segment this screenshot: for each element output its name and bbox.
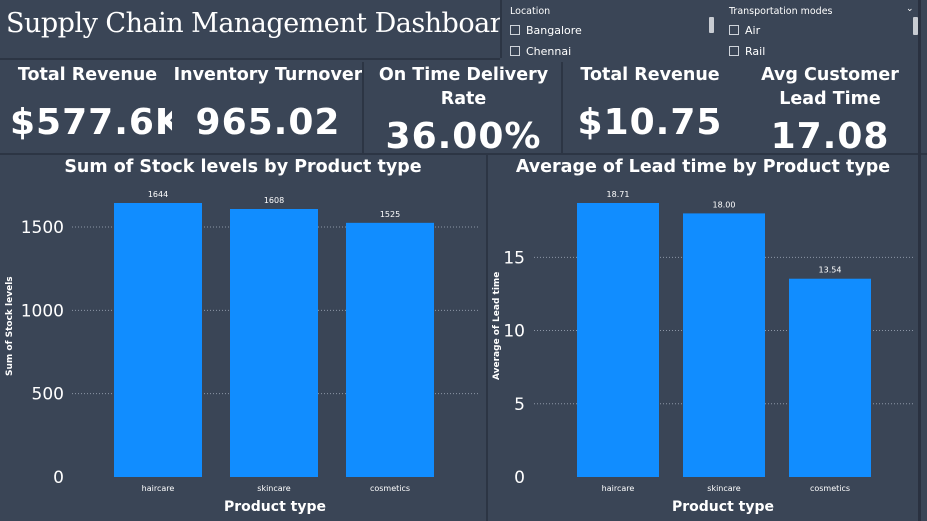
divider [0, 58, 500, 60]
bar [230, 209, 318, 477]
x-tick-label: cosmetics [370, 484, 410, 493]
location-slicer-title: Location [510, 6, 551, 17]
divider [500, 0, 502, 58]
kpi-label-line1: On Time Delivery [378, 65, 549, 85]
checkbox-icon[interactable] [729, 25, 739, 35]
kpi-value: $577.6K [10, 102, 184, 143]
checkbox-icon[interactable] [510, 46, 520, 56]
kpi-on-time-delivery: On Time Delivery Rate 36.00% [366, 60, 561, 157]
stock-levels-plot: 0 500 1000 1500 1644 haircare 1608 skincare 1525… [21, 190, 480, 493]
stock-levels-chart[interactable]: Sum of Stock levels by Product type 0 500… [0, 155, 486, 521]
data-label: 1525 [380, 210, 400, 219]
dashboard-title: Supply Chain Management Dashboard [6, 8, 519, 39]
x-axis-title: Product type [672, 499, 774, 515]
bar [789, 278, 871, 477]
data-label: 18.00 [713, 200, 736, 209]
y-tick-label: 0 [53, 468, 64, 488]
checkbox-icon[interactable] [510, 25, 520, 35]
kpi-total-revenue: Total Revenue $577.6K [10, 60, 184, 154]
data-label: 1608 [264, 196, 284, 205]
lead-time-chart[interactable]: Average of Lead time by Product type 051… [488, 155, 918, 521]
divider [362, 62, 364, 154]
kpi-value: 965.02 [195, 102, 341, 143]
dashboard-canvas: Supply Chain Management Dashboard Locati… [0, 0, 927, 521]
kpi-value: 17.08 [770, 116, 890, 157]
kpi-label: Total Revenue [17, 65, 158, 85]
data-label: 13.54 [819, 266, 842, 275]
transport-option-rail[interactable]: Rail [729, 44, 765, 58]
x-tick-label: haircare [142, 484, 175, 493]
y-tick-label: 0 [514, 468, 525, 488]
chevron-down-icon[interactable]: ⌄ [906, 4, 914, 14]
y-tick-label: 1500 [21, 218, 64, 238]
location-option-label: Bangalore [526, 23, 582, 37]
kpi-label: Inventory Turnover [173, 65, 363, 85]
y-tick-label: 15 [503, 248, 525, 268]
bar [114, 203, 202, 477]
kpi-label: Total Revenue [580, 65, 720, 85]
location-option-chennai[interactable]: Chennai [510, 44, 571, 58]
kpi-label-line2: Lead Time [779, 89, 881, 109]
x-tick-label: skincare [257, 484, 291, 493]
x-tick-label: skincare [707, 484, 741, 493]
bar [346, 222, 434, 477]
bar [683, 213, 765, 477]
x-axis-title: Product type [224, 499, 326, 515]
transport-option-air[interactable]: Air [729, 23, 760, 37]
data-label: 1644 [148, 190, 168, 199]
checkbox-icon[interactable] [729, 46, 739, 56]
y-tick-label: 500 [32, 385, 64, 405]
location-scrollbar[interactable] [709, 17, 714, 33]
transport-slicer[interactable]: Transportation modes ⌄ Air Rail [721, 0, 927, 60]
kpi-value: $10.75 [577, 102, 723, 143]
y-tick-label: 5 [514, 395, 525, 415]
kpi-inventory-turnover: Inventory Turnover 965.02 [172, 60, 364, 154]
transport-slicer-title: Transportation modes [729, 6, 833, 17]
kpi-avg-lead-time: Avg Customer Lead Time 17.08 [740, 60, 920, 157]
kpi-label-line1: Avg Customer [761, 65, 899, 85]
y-tick-label: 1000 [21, 301, 64, 321]
kpi-label-line2: Rate [440, 89, 487, 109]
location-option-label: Chennai [526, 44, 572, 58]
window-frame [918, 0, 921, 521]
y-axis-title: Average of Lead time [492, 271, 502, 380]
y-axis-title: Sum of Stock levels [5, 276, 15, 376]
data-label: 18.71 [607, 190, 630, 199]
y-tick-label: 10 [503, 322, 525, 342]
x-tick-label: cosmetics [810, 484, 850, 493]
lead-time-plot: 0 5 10 15 18.71 haircare 18.00 skincare 13.54 cos… [503, 190, 913, 493]
transport-option-label: Rail [745, 44, 766, 58]
location-slicer[interactable]: Location Bangalore Chennai [502, 0, 720, 60]
kpi-value: 36.00% [385, 116, 542, 157]
title-panel: Supply Chain Management Dashboard [0, 0, 519, 58]
x-tick-label: haircare [602, 484, 635, 493]
location-option-bangalore[interactable]: Bangalore [510, 23, 582, 37]
transport-option-label: Air [745, 23, 761, 37]
kpi-total-revenue-2: Total Revenue $10.75 [565, 60, 735, 154]
bar [577, 203, 659, 477]
divider [561, 62, 563, 154]
